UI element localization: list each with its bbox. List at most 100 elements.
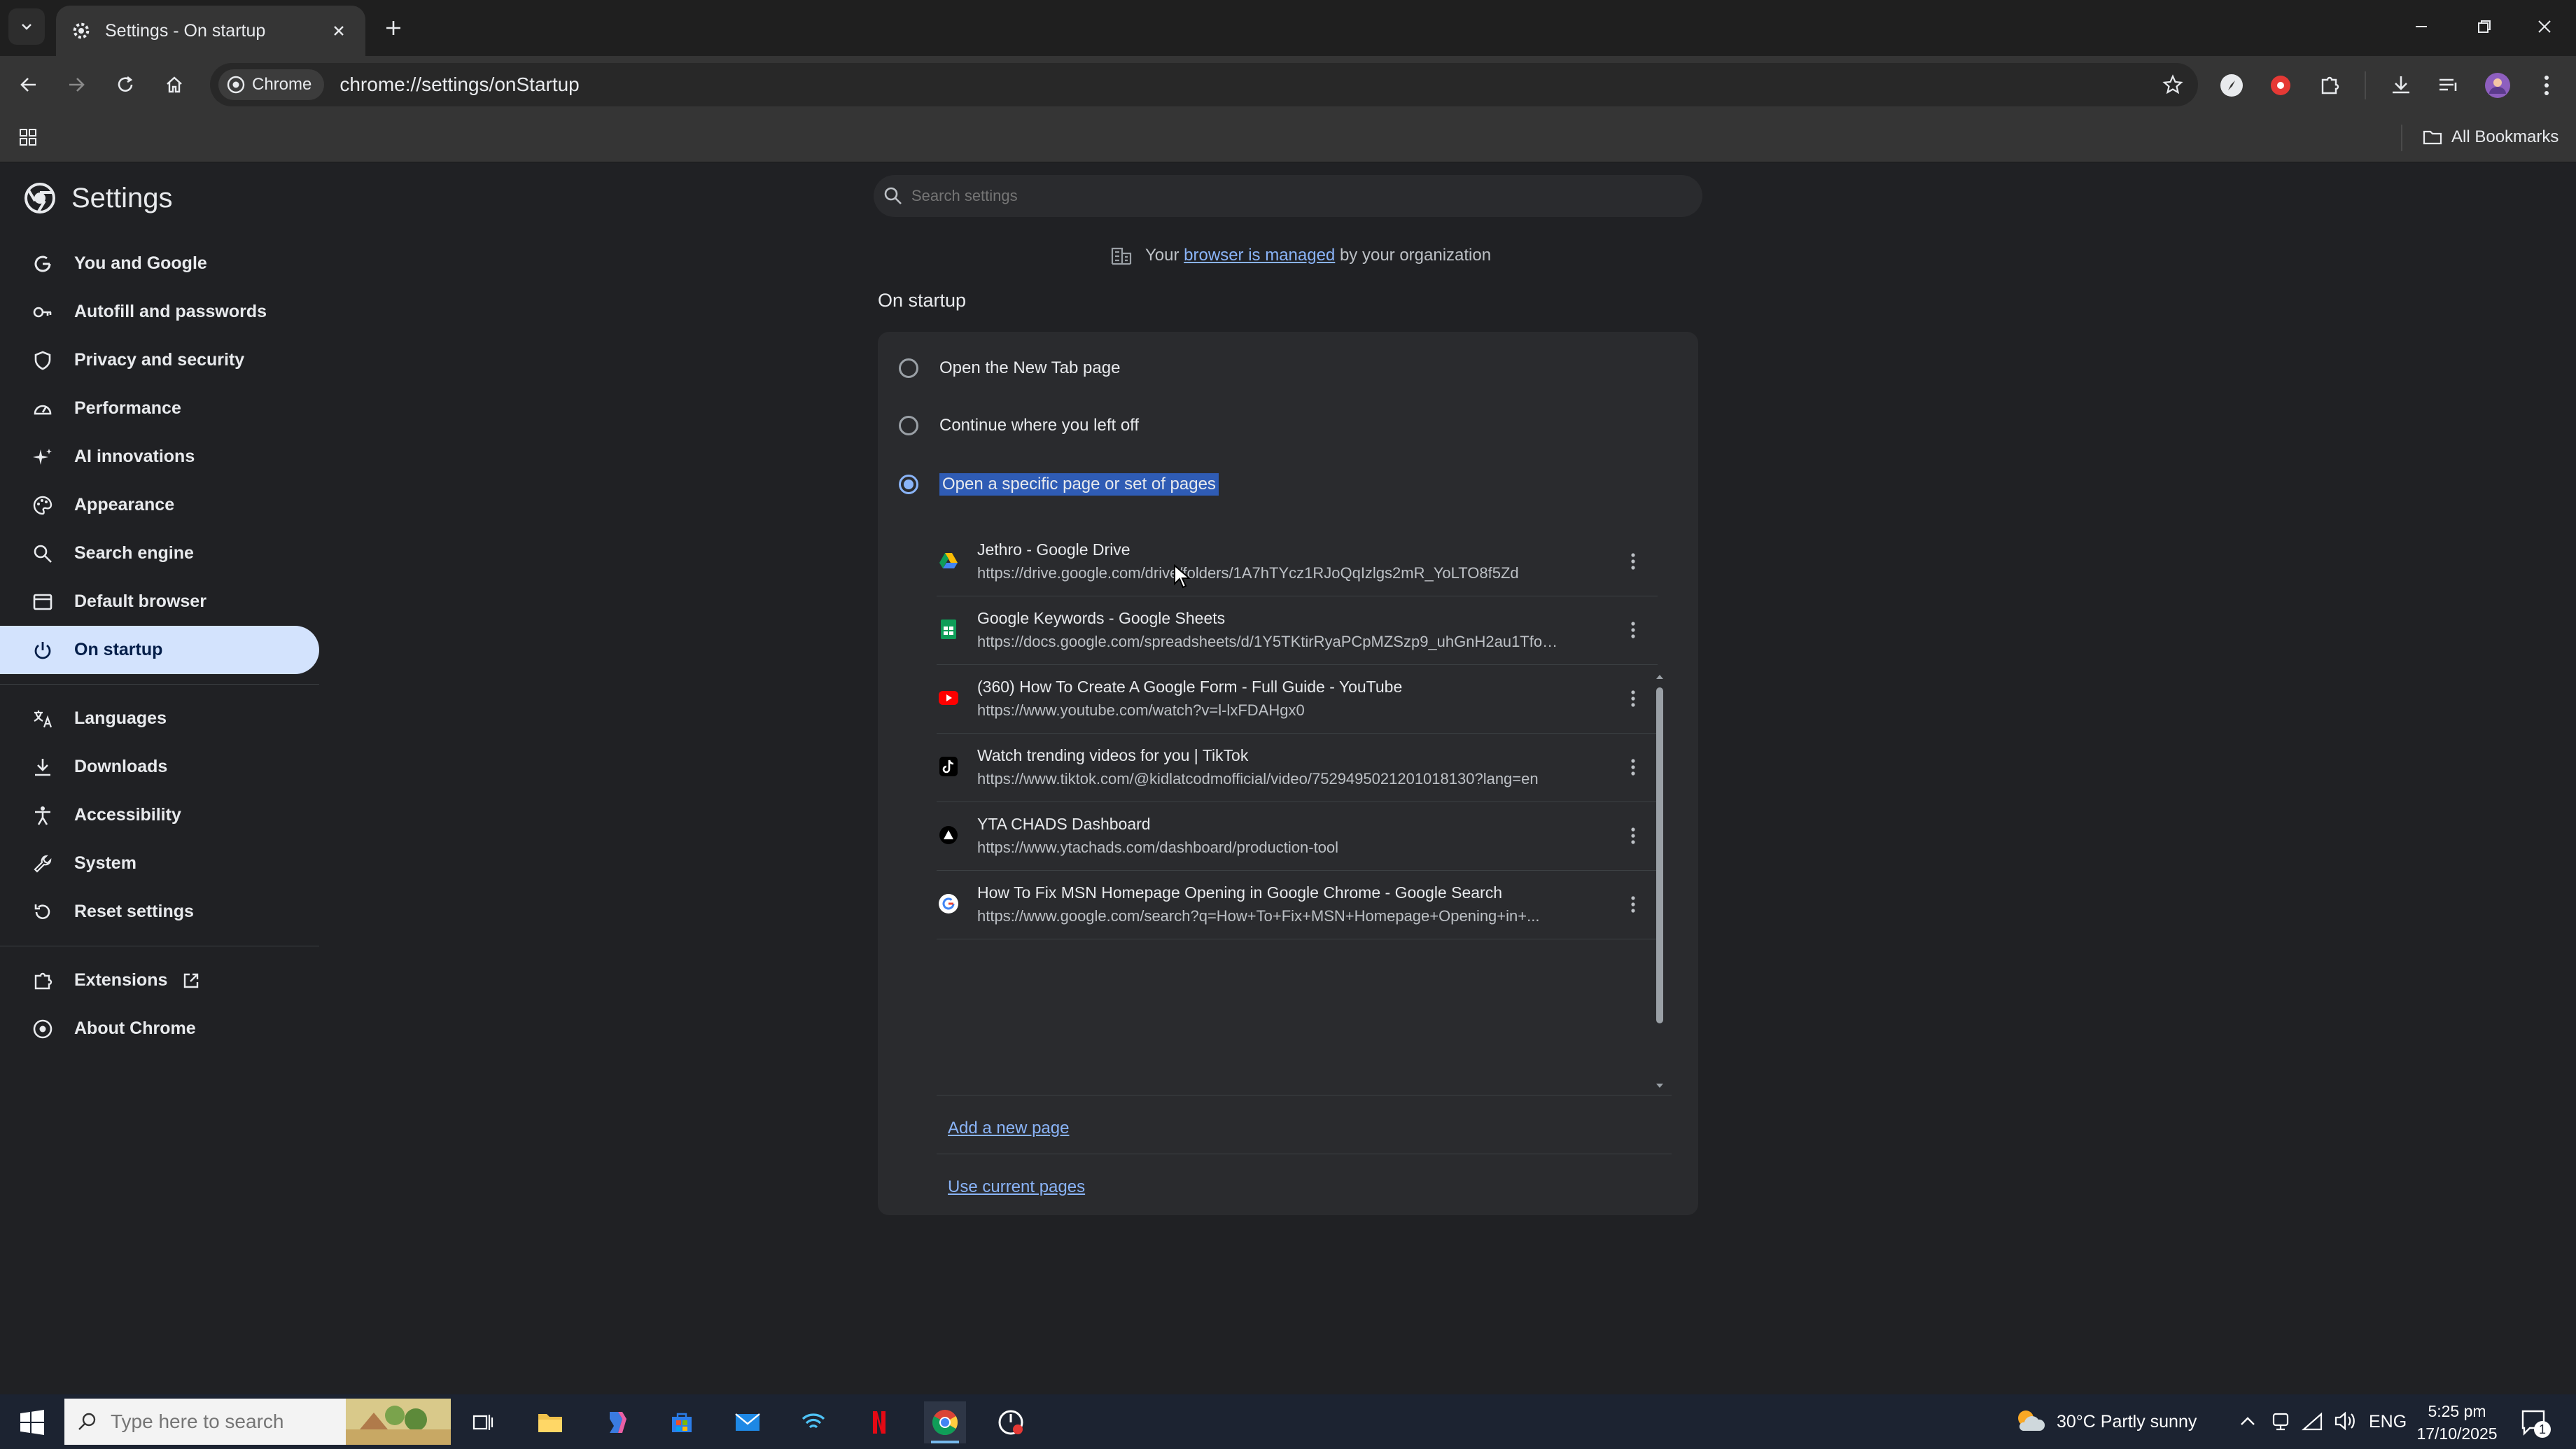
microsoft-store-icon[interactable] xyxy=(661,1401,703,1443)
nav-item-privacy[interactable]: Privacy and security xyxy=(0,336,321,384)
radio-button[interactable] xyxy=(899,416,918,435)
tab-close-icon[interactable] xyxy=(326,18,351,43)
chevron-down-icon xyxy=(22,24,31,30)
weather-text[interactable]: 30°C Partly sunny xyxy=(2057,1394,2197,1449)
bookmark-star-button[interactable] xyxy=(2159,71,2187,99)
back-button[interactable] xyxy=(11,67,46,102)
vpn-app-icon[interactable] xyxy=(792,1401,834,1443)
nav-item-accessibility[interactable]: Accessibility xyxy=(0,791,321,839)
forward-button[interactable] xyxy=(59,67,94,102)
task-view-icon[interactable] xyxy=(462,1401,504,1443)
url-text[interactable]: chrome://settings/onStartup xyxy=(340,74,579,96)
address-bar[interactable]: Chrome chrome://settings/onStartup xyxy=(210,63,2198,106)
nav-label: Languages xyxy=(74,708,167,728)
nav-item-performance[interactable]: Performance xyxy=(0,384,321,433)
tab-settings[interactable]: Settings - On startup xyxy=(56,6,365,56)
nav-item-reset-settings[interactable]: Reset settings xyxy=(0,888,321,936)
search-settings-field[interactable] xyxy=(874,175,1702,217)
network-icon[interactable] xyxy=(2302,1411,2324,1436)
building-icon xyxy=(1111,247,1132,265)
nav-item-you-and-google[interactable]: You and Google xyxy=(0,239,321,288)
apps-grid-icon[interactable] xyxy=(14,123,42,151)
language-indicator[interactable]: ENG xyxy=(2369,1394,2407,1449)
option-continue[interactable]: Continue where you left off xyxy=(899,416,1139,435)
option-specific-pages[interactable]: Open a specific page or set of pages xyxy=(899,473,1219,496)
nav-item-downloads[interactable]: Downloads xyxy=(0,743,321,791)
more-actions-icon[interactable] xyxy=(1623,890,1644,918)
extensions-puzzle-icon[interactable] xyxy=(2314,70,2345,101)
scroll-thumb[interactable] xyxy=(1656,687,1663,1023)
minimize-button[interactable] xyxy=(2390,7,2453,46)
nav-item-languages[interactable]: Languages xyxy=(0,694,321,743)
more-menu-icon[interactable] xyxy=(2531,70,2562,101)
home-button[interactable] xyxy=(157,67,192,102)
more-actions-icon[interactable] xyxy=(1623,685,1644,713)
use-current-pages-link[interactable]: Use current pages xyxy=(948,1177,1085,1197)
restore-button[interactable] xyxy=(2453,7,2516,46)
volume-icon[interactable] xyxy=(2334,1410,2358,1436)
nav-item-ai-innovations[interactable]: AI innovations xyxy=(0,433,321,481)
more-actions-icon[interactable] xyxy=(1623,822,1644,850)
weather-icon[interactable] xyxy=(2013,1407,2045,1440)
more-actions-icon[interactable] xyxy=(1623,616,1644,644)
chrome-logo-icon xyxy=(24,183,55,214)
reload-button[interactable] xyxy=(108,67,143,102)
screen-recorder-icon[interactable] xyxy=(990,1401,1032,1443)
nav-item-about-chrome[interactable]: About Chrome xyxy=(0,1004,321,1053)
radio-button-selected[interactable] xyxy=(899,475,918,494)
chrome-taskbar-icon[interactable] xyxy=(924,1401,966,1443)
extension-red-icon[interactable] xyxy=(2265,70,2296,101)
file-explorer-icon[interactable] xyxy=(529,1401,571,1443)
more-actions-icon[interactable] xyxy=(1623,547,1644,575)
taskbar-search-input[interactable] xyxy=(111,1410,321,1433)
speedometer-icon xyxy=(31,397,55,421)
extension-compass-icon[interactable] xyxy=(2216,70,2247,101)
nav-item-appearance[interactable]: Appearance xyxy=(0,481,321,529)
browser-window-icon xyxy=(31,590,55,614)
tab-search-button[interactable] xyxy=(8,8,45,45)
nav-label: You and Google xyxy=(74,253,207,273)
page-url: https://www.ytachads.com/dashboard/produ… xyxy=(977,839,1339,856)
system-clock[interactable]: 5:25 pm 17/10/2025 xyxy=(2408,1400,2506,1445)
chevron-up-icon[interactable] xyxy=(2239,1413,2257,1434)
more-actions-icon[interactable] xyxy=(1623,753,1644,781)
scroll-down-arrow-icon[interactable] xyxy=(1655,1082,1665,1091)
search-settings-input[interactable] xyxy=(911,187,1541,205)
nav-label: Default browser xyxy=(74,592,206,611)
taskbar-search-box[interactable] xyxy=(64,1399,451,1445)
netflix-icon[interactable] xyxy=(858,1401,900,1443)
all-bookmarks-button[interactable]: All Bookmarks xyxy=(2422,123,2558,151)
site-info-chip[interactable]: Chrome xyxy=(218,69,325,100)
pages-scrollbar[interactable] xyxy=(1655,675,1665,1088)
download-icon[interactable] xyxy=(2386,70,2416,101)
nav-label: AI innovations xyxy=(74,447,195,466)
nav-item-on-startup[interactable]: On startup xyxy=(0,626,319,674)
nav-item-search-engine[interactable]: Search engine xyxy=(0,529,321,578)
meet-now-icon[interactable] xyxy=(2271,1411,2290,1436)
notification-center-icon[interactable]: 1 xyxy=(2520,1407,2551,1438)
new-tab-button[interactable] xyxy=(378,13,409,43)
nav-item-system[interactable]: System xyxy=(0,839,321,888)
browser-managed-link[interactable]: browser is managed xyxy=(1184,246,1335,265)
search-icon xyxy=(884,187,902,204)
nav-item-autofill[interactable]: Autofill and passwords xyxy=(0,288,321,336)
nav-item-extensions[interactable]: Extensions xyxy=(0,956,321,1004)
start-button[interactable] xyxy=(14,1404,50,1441)
option-new-tab[interactable]: Open the New Tab page xyxy=(899,358,1120,378)
profile-avatar[interactable] xyxy=(2482,70,2513,101)
mail-icon[interactable] xyxy=(727,1401,769,1443)
nav-label: Accessibility xyxy=(74,805,181,825)
radio-button[interactable] xyxy=(899,358,918,378)
close-window-button[interactable] xyxy=(2513,7,2576,46)
nav-item-default-browser[interactable]: Default browser xyxy=(0,578,321,626)
managed-prefix: Your xyxy=(1145,246,1180,265)
scroll-up-arrow-icon[interactable] xyxy=(1655,672,1665,680)
search-highlight-illustration-icon xyxy=(346,1399,451,1445)
copilot-icon[interactable] xyxy=(595,1401,637,1443)
nav-label: System xyxy=(74,853,136,873)
windows-logo-icon xyxy=(20,1410,44,1435)
media-control-icon[interactable] xyxy=(2433,70,2464,101)
palette-icon xyxy=(31,493,55,517)
notification-count-badge: 1 xyxy=(2534,1421,2551,1438)
add-new-page-link[interactable]: Add a new page xyxy=(948,1119,1069,1138)
